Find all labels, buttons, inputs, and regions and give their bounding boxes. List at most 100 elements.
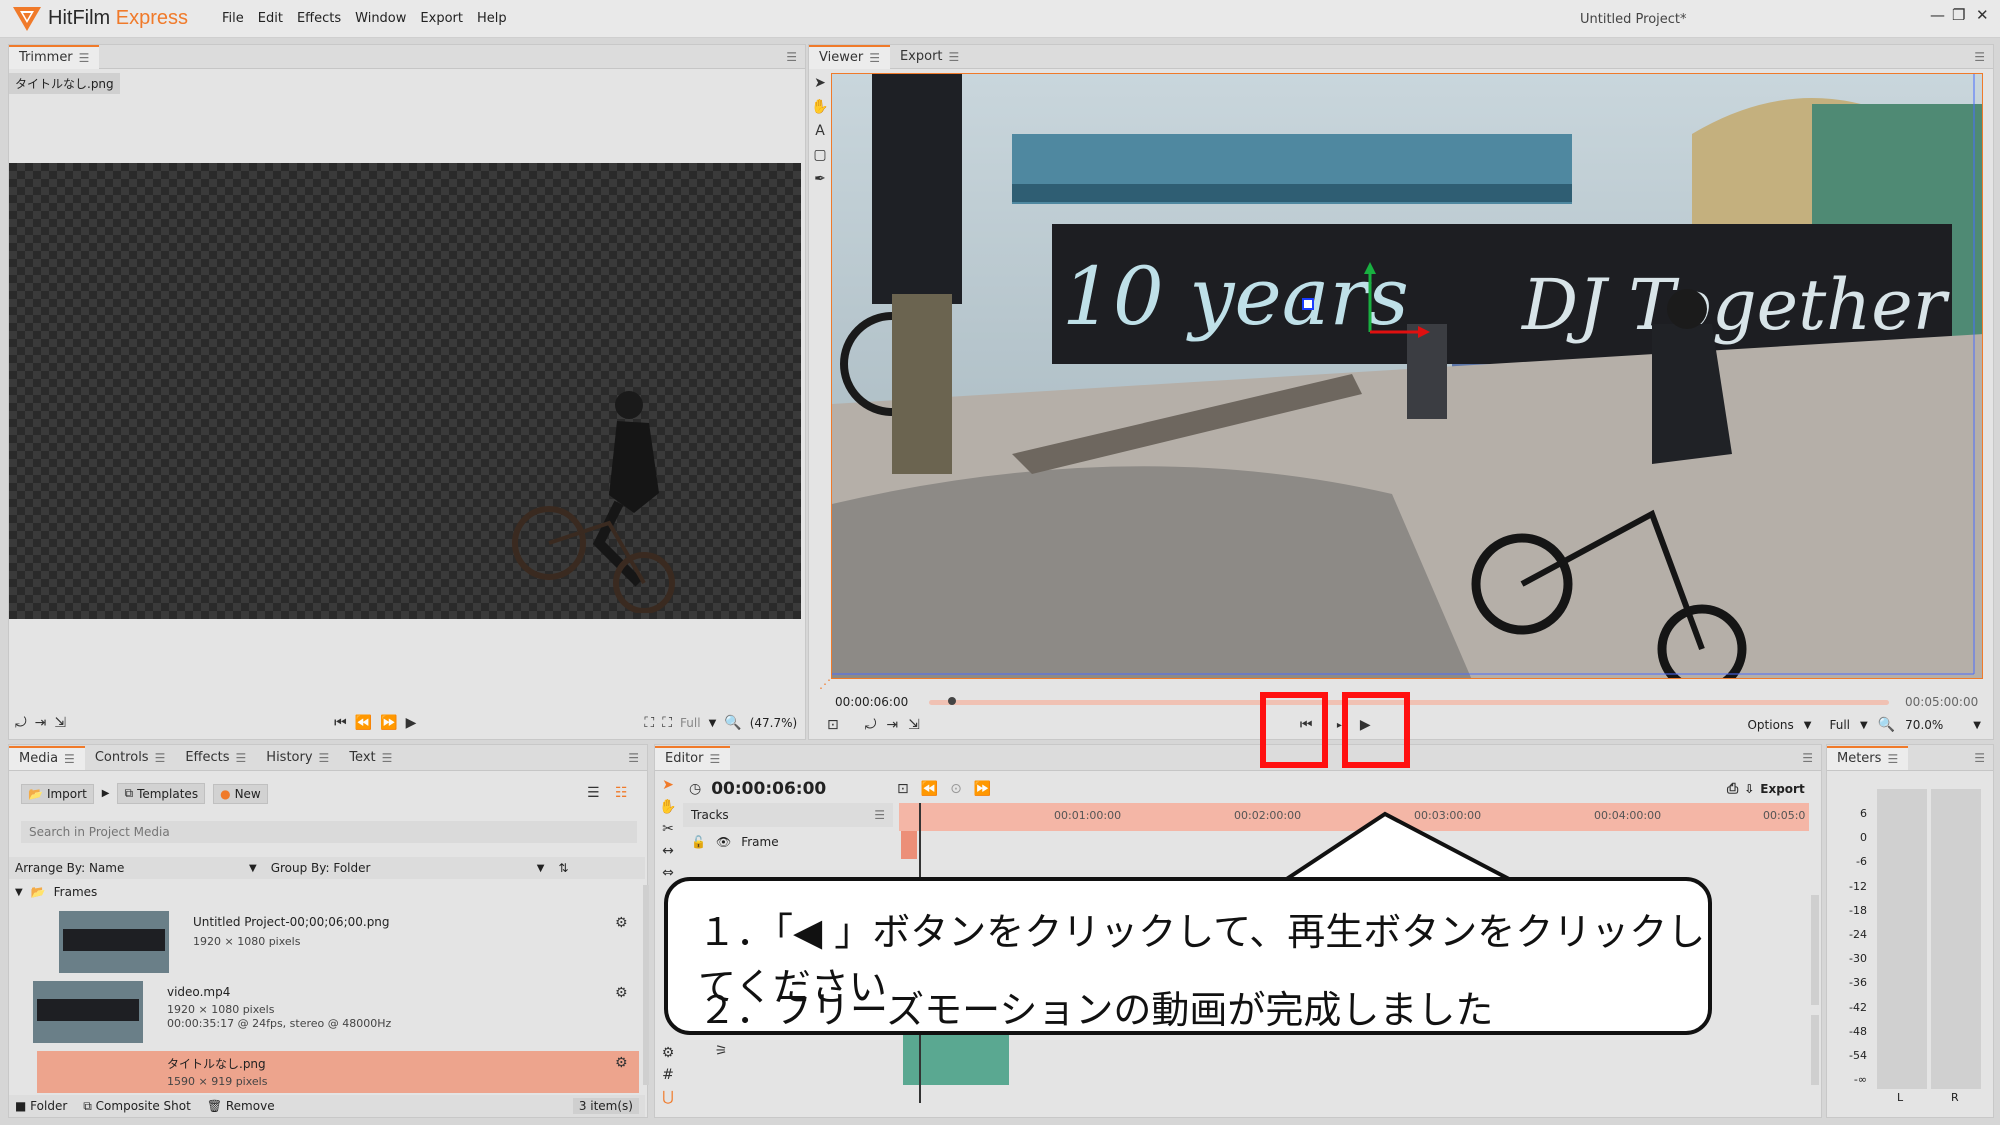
gear-icon[interactable]: ⚙: [662, 1045, 675, 1061]
panel-menu-icon[interactable]: ☰: [1802, 751, 1813, 765]
snapshot-icon[interactable]: ⊡: [897, 781, 909, 797]
chevron-down-icon[interactable]: ▼: [1860, 720, 1868, 731]
menu-help[interactable]: Help: [477, 11, 507, 26]
play-icon[interactable]: ▶: [406, 715, 417, 731]
panel-menu-icon[interactable]: ☰: [786, 50, 797, 64]
folder-row[interactable]: ▼ 📂 Frames: [15, 885, 97, 899]
razor-tool-icon[interactable]: ✂: [662, 821, 674, 837]
menu-export[interactable]: Export: [420, 11, 463, 26]
scrollbar[interactable]: [643, 885, 649, 1085]
menu-icon[interactable]: ☰: [155, 746, 166, 770]
tab-history[interactable]: History ☰: [256, 746, 339, 770]
new-folder-button[interactable]: ■ Folder: [15, 1099, 67, 1113]
hand-tool-icon[interactable]: ✋: [811, 99, 828, 115]
menu-effects[interactable]: Effects: [297, 11, 341, 26]
rectangle-tool-icon[interactable]: ▢: [813, 147, 826, 163]
chevron-down-icon[interactable]: ▼: [537, 863, 545, 874]
detail-view-icon[interactable]: ☷: [615, 785, 628, 801]
search-input[interactable]: [21, 821, 637, 843]
tab-export[interactable]: Export ☰: [890, 45, 969, 69]
lock-icon[interactable]: 🔓: [691, 835, 706, 849]
loop-icon[interactable]: ⤾: [865, 717, 877, 733]
menu-window[interactable]: Window: [355, 11, 406, 26]
viewer-canvas[interactable]: 10 years DJ Together: [831, 73, 1983, 679]
menu-icon[interactable]: ☰: [382, 746, 393, 770]
eye-icon[interactable]: 👁: [716, 835, 731, 849]
in-point-icon[interactable]: ⛶: [644, 715, 654, 731]
roll-tool-icon[interactable]: ⇔: [662, 865, 674, 881]
menu-icon[interactable]: ☰: [949, 45, 960, 69]
menu-icon[interactable]: ☰: [1887, 747, 1898, 771]
composite-shot-button[interactable]: ⧉ Composite Shot: [83, 1099, 191, 1114]
trimmer-zoom[interactable]: (47.7%): [750, 716, 797, 730]
minimize-button[interactable]: —: [1930, 6, 1945, 24]
tab-viewer[interactable]: Viewer ☰: [809, 44, 890, 70]
new-button[interactable]: ● New: [213, 783, 268, 804]
loop-icon[interactable]: ⤾: [15, 715, 27, 731]
arrange-select[interactable]: Arrange By: Name: [9, 861, 249, 875]
gear-icon[interactable]: ⚙: [615, 985, 628, 1001]
menu-icon[interactable]: ☰: [869, 46, 880, 70]
snapshot-icon[interactable]: ⊡: [827, 717, 839, 733]
editor-timecode[interactable]: 00:00:06:00: [711, 779, 826, 799]
menu-icon[interactable]: ☰: [709, 747, 720, 771]
scrollbar[interactable]: [1811, 895, 1819, 1005]
tab-meters[interactable]: Meters ☰: [1827, 745, 1909, 771]
grid-icon[interactable]: #: [662, 1067, 674, 1083]
text-tool-icon[interactable]: A: [815, 123, 825, 139]
out-point-icon[interactable]: ⛶: [662, 715, 672, 731]
resize-handle-icon[interactable]: ⋰: [819, 677, 831, 691]
track-frame[interactable]: 🔓 👁 Frame: [683, 831, 893, 853]
menu-file[interactable]: File: [222, 11, 244, 26]
magnet-icon[interactable]: ⋃: [662, 1089, 673, 1105]
menu-edit[interactable]: Edit: [258, 11, 283, 26]
slip-tool-icon[interactable]: ↔: [662, 843, 674, 859]
step-forward-icon[interactable]: ⏩: [380, 715, 397, 731]
gear-icon[interactable]: ⚙: [615, 915, 628, 931]
chevron-down-icon[interactable]: ▼: [1973, 720, 1981, 731]
gear-icon[interactable]: ⚙: [615, 1055, 628, 1071]
pen-tool-icon[interactable]: ✒: [814, 171, 826, 187]
menu-icon[interactable]: ☰: [64, 747, 75, 771]
restore-button[interactable]: ❐: [1952, 6, 1965, 24]
viewer-options[interactable]: Options: [1747, 718, 1793, 732]
trimmer-quality[interactable]: Full: [680, 716, 701, 730]
select-tool-icon[interactable]: ➤: [814, 75, 826, 91]
tab-media[interactable]: Media ☰: [9, 745, 85, 771]
panel-menu-icon[interactable]: ☰: [628, 751, 639, 765]
video-clip[interactable]: [901, 831, 917, 859]
render-icon[interactable]: ⎙: [1727, 781, 1738, 797]
menu-icon[interactable]: ☰: [874, 808, 885, 822]
list-view-icon[interactable]: ☰: [587, 785, 600, 801]
step-back-icon[interactable]: ⏪: [355, 715, 372, 731]
editor-export[interactable]: ⎙ ⇩ Export: [1727, 781, 1805, 797]
chevron-down-icon[interactable]: ▼: [1804, 720, 1812, 731]
close-button[interactable]: ✕: [1976, 6, 1989, 24]
list-item[interactable]: video.mp4 1920 × 1080 pixels 00:00:35:17…: [33, 981, 639, 1045]
remove-button[interactable]: 🗑 Remove: [207, 1099, 275, 1113]
rewind-icon[interactable]: ⏪: [921, 781, 938, 797]
panel-menu-icon[interactable]: ☰: [1974, 751, 1985, 765]
group-select[interactable]: Group By: Folder: [257, 861, 537, 875]
import-dropdown-icon[interactable]: ▶: [102, 788, 110, 799]
chevron-down-icon[interactable]: ▼: [709, 718, 717, 729]
tab-controls[interactable]: Controls ☰: [85, 746, 176, 770]
scrollbar[interactable]: [1811, 1015, 1819, 1085]
menu-icon[interactable]: ☰: [79, 46, 90, 70]
menu-icon[interactable]: ☰: [236, 746, 247, 770]
viewer-zoom[interactable]: 70.0%: [1905, 718, 1943, 732]
list-item-selected[interactable]: タイトルなし.png 1590 × 919 pixels ⚙: [37, 1051, 639, 1093]
expand-icon[interactable]: ▼: [15, 887, 23, 898]
chevron-down-icon[interactable]: ▼: [249, 863, 257, 874]
tab-editor[interactable]: Editor ☰: [655, 745, 731, 771]
tab-text[interactable]: Text ☰: [339, 746, 402, 770]
skip-start-icon[interactable]: ⏮: [334, 715, 347, 731]
viewer-quality[interactable]: Full: [1830, 718, 1851, 732]
sort-icon[interactable]: ⇅: [558, 861, 568, 875]
menu-icon[interactable]: ☰: [319, 746, 330, 770]
import-button[interactable]: 📂 Import: [21, 783, 94, 804]
scrub-handle[interactable]: [948, 697, 957, 705]
insert-icon[interactable]: ⇥: [35, 715, 47, 731]
overlay-icon[interactable]: ⇲: [908, 717, 920, 733]
select-tool-icon[interactable]: ➤: [662, 777, 674, 793]
